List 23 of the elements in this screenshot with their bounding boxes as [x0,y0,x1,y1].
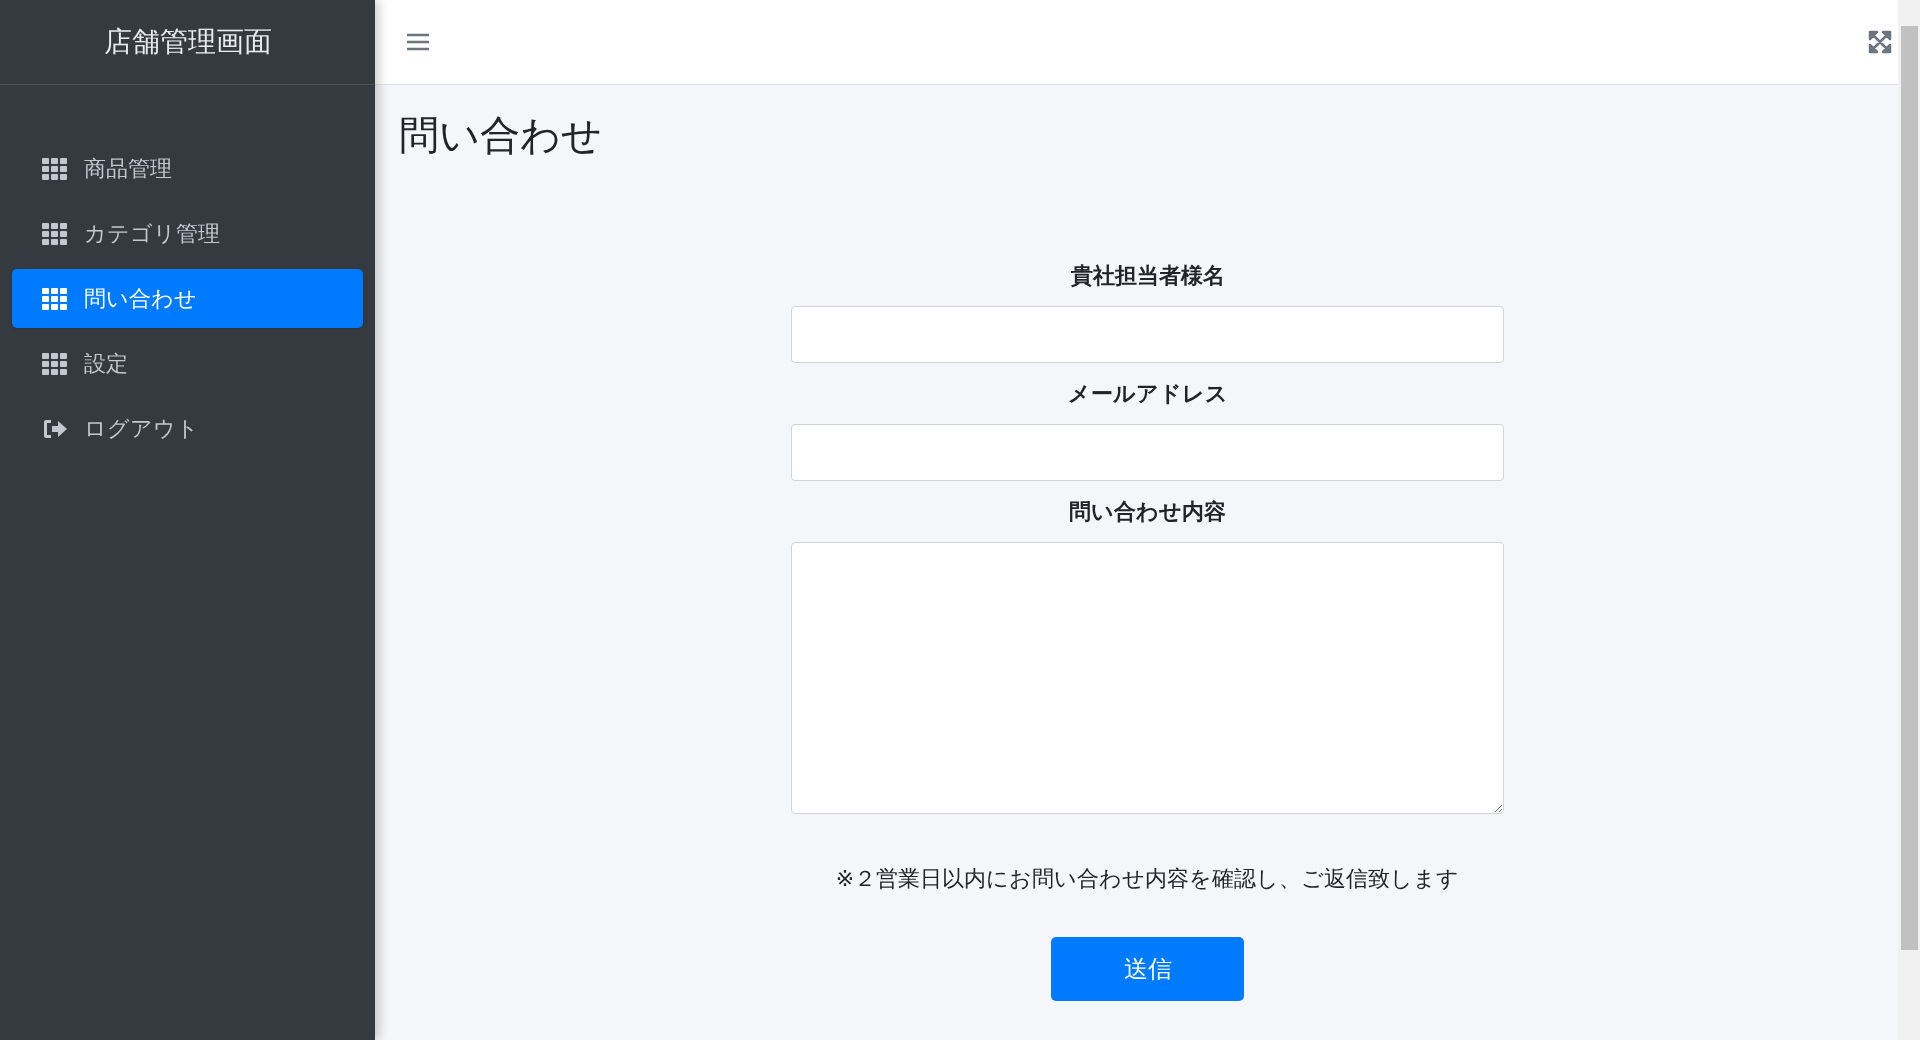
input-field[interactable] [791,306,1504,363]
input-field[interactable] [791,424,1504,481]
grid-icon [42,287,68,310]
logout-icon [42,417,68,440]
field-label: メールアドレス [1067,380,1228,408]
sidebar-item[interactable]: 設定 [12,334,363,393]
sidebar-item[interactable]: カテゴリ管理 [12,204,363,263]
field-label: 問い合わせ内容 [1069,498,1226,526]
sidebar-item[interactable]: 問い合わせ [12,269,363,328]
grid-icon [42,352,68,375]
menu-icon[interactable] [407,33,429,51]
scrollbar[interactable] [1898,0,1920,1040]
page-title: 問い合わせ [399,111,602,160]
sidebar-title: 店舗管理画面 [103,24,272,60]
message-field[interactable] [791,542,1504,814]
grid-icon [42,157,68,180]
notice-text: ※２営業日以内にお問い合わせ内容を確認し、ご返信致します [834,865,1461,893]
submit-button[interactable]: 送信 [1051,937,1244,1001]
grid-icon [42,222,68,245]
sidebar-item[interactable]: ログアウト [12,399,363,458]
field-label: 貴社担当者様名 [1070,262,1225,290]
expand-icon[interactable] [1868,30,1892,54]
sidebar-item[interactable]: 商品管理 [12,139,363,198]
